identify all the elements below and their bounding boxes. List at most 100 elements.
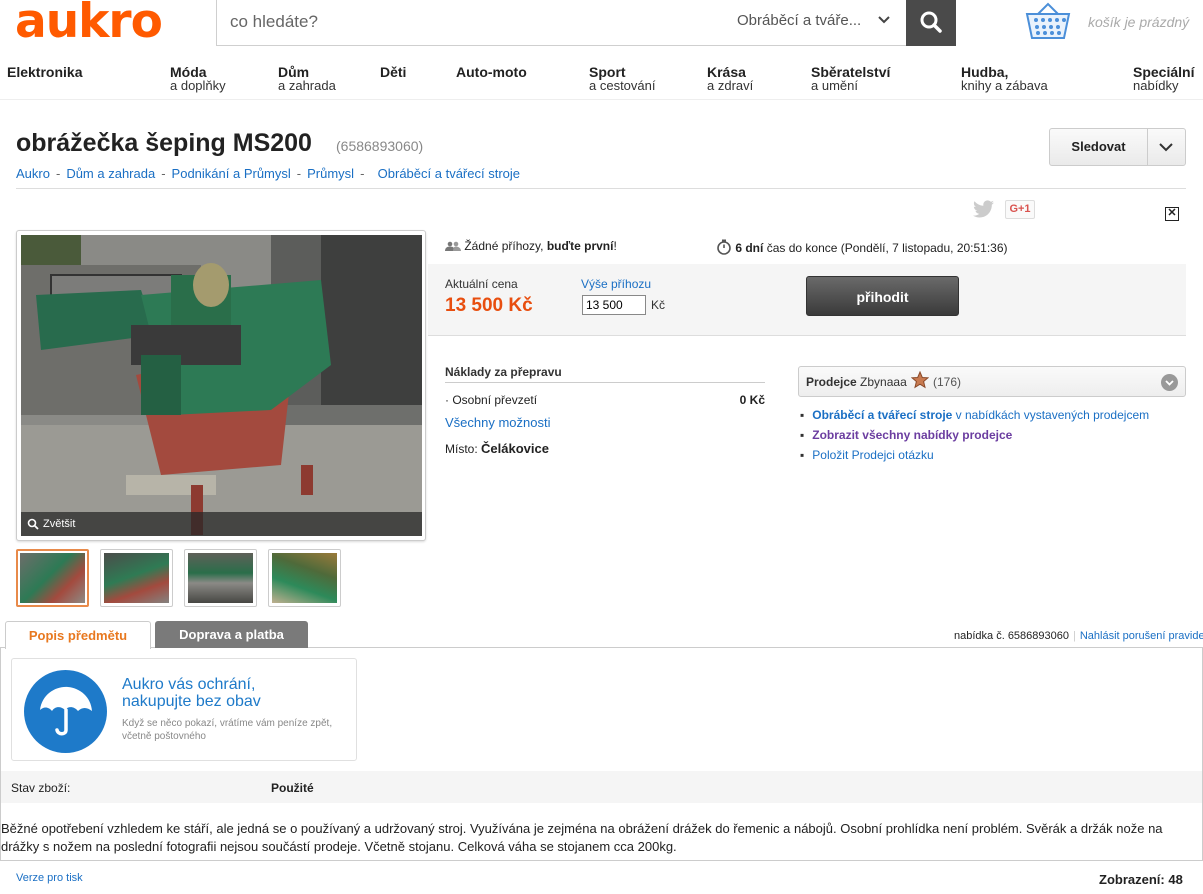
bid-amount-input[interactable]: [582, 295, 646, 315]
main-photo[interactable]: Zvětšit: [21, 235, 422, 536]
category-label: Děti: [380, 64, 407, 80]
page-title: obrážečka šeping MS200: [16, 129, 312, 157]
shipping-title: Náklady za přepravu: [445, 365, 765, 383]
search-category-select[interactable]: Obráběcí a tváře...: [737, 12, 897, 29]
ask-seller-link[interactable]: ▪ Položit Prodejci otázku: [800, 448, 934, 462]
chevron-down-icon[interactable]: [877, 8, 897, 32]
thumbnail[interactable]: [268, 549, 341, 607]
time-left: 6 dní čas do konce (Pondělí, 7 listopadu…: [716, 239, 1008, 255]
zoom-button[interactable]: Zvětšit: [21, 512, 422, 536]
category-sub-label: a umění: [811, 78, 858, 93]
tab-shipping-payment[interactable]: Doprava a platba: [155, 621, 308, 648]
search-bar: Obráběcí a tváře...: [216, 0, 956, 46]
category-label: Dům: [278, 64, 310, 80]
tab-description[interactable]: Popis předmětu: [5, 621, 151, 649]
location: Místo: Čelákovice: [445, 441, 549, 456]
search-icon: [920, 11, 942, 33]
breadcrumb-link[interactable]: Obráběcí a tvářecí stroje: [378, 166, 520, 181]
current-price: 13 500 Kč: [445, 295, 533, 316]
close-icon[interactable]: ✕: [1165, 207, 1179, 221]
bids-info: Žádné příhozy, buďte první!: [445, 239, 617, 253]
cart-status[interactable]: košík je prázdný: [1088, 14, 1189, 30]
aukro-logo[interactable]: aukro: [15, 0, 163, 45]
category-moda[interactable]: Móda a doplňky: [170, 65, 226, 93]
main-photo-frame[interactable]: Zvětšit: [16, 230, 426, 541]
seller-label: Prodejce Zbynaaa: [806, 375, 907, 389]
search-button[interactable]: [906, 0, 956, 46]
offer-number: nabídka č. 6586893060 | Nahlásit porušení …: [954, 630, 1203, 642]
bid-button[interactable]: přihodit: [806, 276, 959, 316]
condition-label: Stav zboží:: [11, 781, 71, 795]
category-label: Sběratelství: [811, 64, 891, 80]
follow-button[interactable]: Sledovat: [1049, 128, 1186, 166]
thumbnail[interactable]: [16, 549, 89, 607]
category-sberatelstvi[interactable]: Sběratelství a umění: [811, 65, 890, 93]
breadcrumb-link[interactable]: Průmysl: [307, 166, 354, 181]
basket-icon[interactable]: [1024, 2, 1072, 40]
price-label: Aktuální cena: [445, 277, 518, 291]
report-link[interactable]: Nahlásit porušení pravidel: [1080, 630, 1203, 642]
breadcrumb: Aukro - Dům a zahrada - Podnikání a Průmysl -…: [16, 166, 520, 181]
users-icon: [445, 241, 461, 251]
print-version-link[interactable]: Verze pro tisk: [16, 872, 83, 884]
thumbnail[interactable]: [184, 549, 257, 607]
breadcrumb-link[interactable]: Dům a zahrada: [66, 166, 155, 181]
condition-row: Stav zboží: Použité: [1, 771, 1202, 803]
thumbnail-image: [272, 553, 337, 603]
category-label: Krása: [707, 64, 746, 80]
seller-name[interactable]: Zbynaaa: [860, 375, 907, 389]
location-label: Místo:: [445, 442, 478, 456]
zoom-icon: [27, 518, 39, 530]
category-sport[interactable]: Sport a cestování: [589, 65, 656, 93]
follow-label[interactable]: Sledovat: [1050, 129, 1148, 165]
seller-category-link-rest[interactable]: v nabídkách vystavených prodejcem: [952, 408, 1149, 422]
category-label: Móda: [170, 64, 207, 80]
all-shipping-options-link[interactable]: Všechny možnosti: [445, 415, 551, 430]
follow-dropdown[interactable]: [1147, 129, 1185, 165]
star-icon: [911, 371, 929, 389]
seller-box[interactable]: Prodejce Zbynaaa (176): [798, 366, 1186, 397]
chevron-down-icon[interactable]: [1161, 374, 1178, 391]
category-sub-label: nabídky: [1133, 78, 1179, 93]
breadcrumb-link[interactable]: Aukro: [16, 166, 50, 181]
category-label: Elektronika: [7, 64, 83, 80]
bids-text: Žádné příhozy,: [464, 239, 544, 253]
gplus-button[interactable]: G+1: [1005, 200, 1035, 219]
seller-all-offers-label[interactable]: Zobrazit všechny nabídky prodejce: [812, 428, 1012, 442]
category-nav: Elektronika Móda a doplňky Dům a zahrada D…: [0, 62, 1203, 100]
chevron-down-icon: [1159, 143, 1173, 152]
twitter-icon[interactable]: [973, 200, 995, 218]
condition-value: Použité: [271, 781, 314, 795]
seller-rating[interactable]: (176): [933, 375, 961, 389]
search-input[interactable]: [217, 0, 717, 44]
seller-category-link-bold[interactable]: Obráběcí a tvářecí stroje: [812, 408, 952, 422]
price-box: Aktuální cena 13 500 Kč Výše příhozu Kč …: [428, 264, 1186, 336]
category-hudba[interactable]: Hudba, knihy a zábava: [961, 65, 1048, 93]
category-specialni[interactable]: Speciální nabídky: [1133, 65, 1194, 93]
protection-heading-line1: Aukro vás ochrání,: [122, 676, 256, 693]
protection-subtext: Když se něco pokazí, vrátíme vám peníze …: [122, 717, 357, 743]
item-description: Běžné opotřebení vzhledem ke stáří, ale …: [1, 821, 1163, 854]
view-count: Zobrazení: 48: [1099, 872, 1183, 887]
category-sub-label: knihy a zábava: [961, 78, 1048, 93]
shipping-option-label: Osobní převzetí: [452, 393, 538, 407]
breadcrumb-link[interactable]: Podnikání a Průmysl: [172, 166, 291, 181]
seller-label-bold: Prodejce: [806, 375, 857, 389]
thumbnail[interactable]: [100, 549, 173, 607]
buyer-protection-banner[interactable]: Aukro vás ochrání, nakupujte bez obav Kdy…: [11, 658, 357, 761]
ask-seller-label[interactable]: Položit Prodejci otázku: [812, 448, 933, 462]
seller-category-link[interactable]: ▪ Obráběcí a tvářecí stroje v nabídkách v…: [800, 408, 1149, 422]
seller-all-offers-link[interactable]: ▪ Zobrazit všechny nabídky prodejce: [800, 428, 1012, 442]
location-value: Čelákovice: [481, 441, 549, 456]
shipping-option: · Osobní převzetí 0 Kč: [445, 393, 765, 407]
category-deti[interactable]: Děti: [380, 65, 406, 79]
increment-label[interactable]: Výše příhozu: [581, 277, 651, 291]
time-text: čas do konce (Pondělí, 7 listopadu, 20:5…: [766, 241, 1008, 255]
category-elektronika[interactable]: Elektronika: [7, 65, 82, 79]
thumbnail-image: [104, 553, 169, 603]
category-krasa[interactable]: Krása a zdraví: [707, 65, 753, 93]
thumbnail-image: [188, 553, 253, 603]
protection-sub-line2: včetně poštovného: [122, 731, 206, 742]
category-auto-moto[interactable]: Auto-moto: [456, 65, 527, 79]
category-dum[interactable]: Dům a zahrada: [278, 65, 336, 93]
